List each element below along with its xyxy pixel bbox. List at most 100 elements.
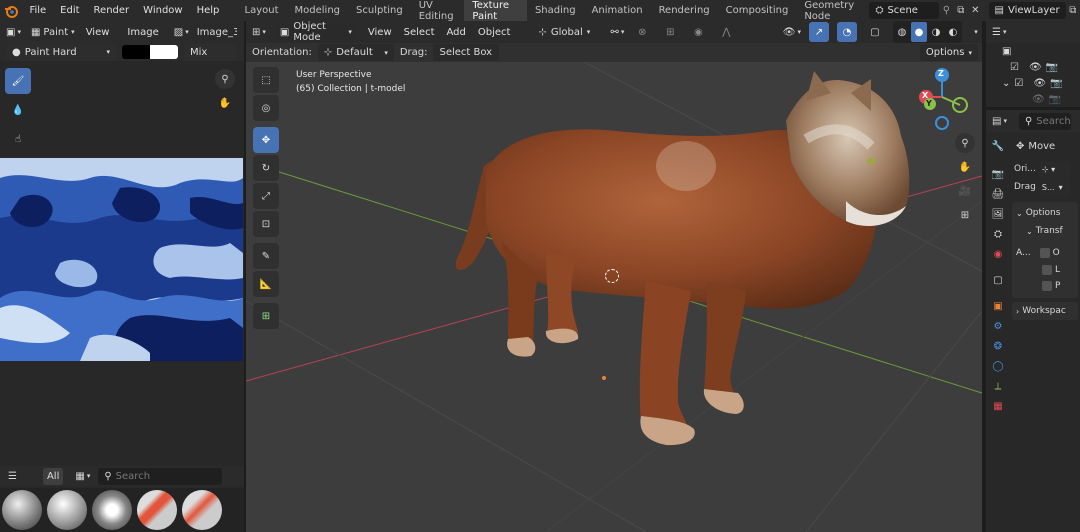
display-mode-button[interactable]: ▦ ▾ xyxy=(75,471,90,482)
tool-draw[interactable]: 🖌 xyxy=(5,68,31,94)
brush-thumbnail[interactable] xyxy=(47,490,87,530)
object-tab-icon[interactable]: ▣ xyxy=(988,296,1008,316)
blend-mode-dropdown[interactable]: Mix xyxy=(184,43,236,61)
world-tab-icon[interactable]: ◉ xyxy=(988,244,1008,264)
brush-thumbnail[interactable] xyxy=(92,490,132,530)
object-origin[interactable] xyxy=(605,269,619,283)
material-shading-icon[interactable]: ◑ xyxy=(928,22,944,42)
properties-type-button[interactable]: ▤ ▾ xyxy=(992,116,1007,127)
solid-shading-icon[interactable]: ● xyxy=(911,22,927,42)
orientation-dropdown[interactable]: ⊹ ▾ xyxy=(1038,160,1071,178)
blender-logo-icon[interactable] xyxy=(4,1,19,21)
drag-dropdown[interactable]: S... ▾ xyxy=(1038,178,1071,196)
object-mode-dropdown[interactable]: ▣ Object Mode ▾ xyxy=(273,21,358,43)
zoom-icon[interactable]: ⚲ xyxy=(215,69,235,89)
properties-search[interactable]: ⚲ Search xyxy=(1018,112,1071,130)
overlay-toggle-icon[interactable]: ◔ xyxy=(837,22,857,42)
menu-window[interactable]: Window xyxy=(136,5,189,16)
viewport-menu-add[interactable]: Add xyxy=(445,27,468,38)
particles-tab-icon[interactable]: ❂ xyxy=(988,336,1008,356)
proportional-edit-icon[interactable]: ◉ xyxy=(688,22,708,42)
list-item[interactable]: 👁 📷 xyxy=(990,91,1078,107)
viewport-menu-object[interactable]: Object xyxy=(476,27,513,38)
viewport-menu-view[interactable]: View xyxy=(366,27,394,38)
tool-tab-icon[interactable]: 🔧 xyxy=(988,136,1008,156)
snap-icon[interactable]: ⊗ xyxy=(632,22,652,42)
visibility-button[interactable]: 👁 ▾ xyxy=(783,27,801,38)
output-tab-icon[interactable]: 🖨 xyxy=(988,184,1008,204)
list-item[interactable]: ▣ xyxy=(990,43,1078,59)
scene-selector[interactable]: ⛭ Scene xyxy=(869,2,940,19)
pan-hand-icon[interactable]: ✋ xyxy=(955,157,975,177)
navigation-gizmo[interactable]: Z X Y xyxy=(914,67,974,131)
texture-canvas[interactable] xyxy=(0,158,243,361)
new-view-layer-icon[interactable]: ⧉ xyxy=(1066,1,1080,21)
xray-icon[interactable]: ▢ xyxy=(865,22,885,42)
falloff-icon[interactable]: ⋀ xyxy=(716,22,736,42)
affect-origins-checkbox[interactable] xyxy=(1039,248,1050,258)
tool-scale[interactable]: ⤢ xyxy=(253,183,279,209)
affect-locations-checkbox[interactable] xyxy=(1042,265,1052,275)
viewport-3d[interactable]: ⊞ ▾ ▣ Object Mode ▾ View Select Add Objec… xyxy=(246,21,982,532)
menu-edit[interactable]: Edit xyxy=(53,5,86,16)
render-tab-icon[interactable]: 📷 xyxy=(988,164,1008,184)
shading-options-icon[interactable]: ▾ xyxy=(970,22,982,42)
modifier-tab-icon[interactable]: ⚙ xyxy=(988,316,1008,336)
brush-thumbnail[interactable] xyxy=(137,490,177,530)
options-dropdown[interactable]: Options ▾ xyxy=(919,44,978,61)
tool-measure[interactable]: 📐 xyxy=(253,271,279,297)
list-item[interactable]: ☑ 👁 📷 xyxy=(990,59,1078,75)
editor-type-button[interactable]: ⊞ ▾ xyxy=(252,27,266,38)
camera-view-icon[interactable]: 🎥 xyxy=(955,181,975,201)
rendered-shading-icon[interactable]: ◐ xyxy=(945,22,961,42)
editor-type-button[interactable]: ▣ ▾ xyxy=(6,27,21,38)
perspective-toggle-icon[interactable]: ⊞ xyxy=(955,205,975,225)
asset-search-field[interactable]: ⚲ Search xyxy=(98,467,223,485)
new-scene-icon[interactable]: ⧉ xyxy=(954,1,968,21)
menu-file[interactable]: File xyxy=(22,5,53,16)
image-menu-view[interactable]: View xyxy=(79,27,117,38)
tab-compositing[interactable]: Compositing xyxy=(718,2,797,19)
brush-selector[interactable]: ● Paint Hard ▾ xyxy=(6,43,116,61)
brush-thumbnail[interactable] xyxy=(2,490,42,530)
menu-render[interactable]: Render xyxy=(87,5,137,16)
pin-icon[interactable]: ⚲ xyxy=(939,1,953,21)
pivot-point-button[interactable]: ⚯ ▾ xyxy=(610,27,624,38)
scene-tab-icon[interactable]: ⛭ xyxy=(988,224,1008,244)
options-panel-header[interactable]: ⌄ Options xyxy=(1012,204,1078,222)
collection-tab-icon[interactable]: ▢ xyxy=(988,270,1008,290)
transform-orientation-dropdown[interactable]: ⊹ Global ▾ xyxy=(532,24,602,41)
transform-subpanel-header[interactable]: ⌄ Transf xyxy=(1012,222,1078,240)
orientation-dropdown[interactable]: ⊹ Default ▾ xyxy=(317,44,394,61)
tool-annotate[interactable]: ✎ xyxy=(253,243,279,269)
hamburger-menu-icon[interactable]: ☰ xyxy=(8,471,17,482)
view-layer-selector[interactable]: ▤ ViewLayer xyxy=(988,2,1066,19)
zoom-icon[interactable]: ⚲ xyxy=(955,133,975,153)
remove-scene-icon[interactable]: ✕ xyxy=(968,1,982,21)
image-menu-image[interactable]: Image xyxy=(120,27,165,38)
outliner-type-button[interactable]: ☰ ▾ xyxy=(992,27,1006,38)
viewport-menu-select[interactable]: Select xyxy=(402,27,437,38)
menu-help[interactable]: Help xyxy=(190,5,227,16)
tool-move[interactable]: ✥ xyxy=(253,127,279,153)
image-name-field[interactable]: Image_3 xyxy=(192,23,237,41)
texture-tab-icon[interactable]: ▦ xyxy=(988,396,1008,416)
tool-cursor[interactable]: ◎ xyxy=(253,95,279,121)
tab-layout[interactable]: Layout xyxy=(237,2,287,19)
secondary-color-swatch[interactable] xyxy=(150,45,178,59)
asset-tab-all[interactable]: All xyxy=(42,467,64,485)
tool-select-box[interactable]: ⬚ xyxy=(253,67,279,93)
tool-transform[interactable]: ⊡ xyxy=(253,211,279,237)
gizmo-toggle-icon[interactable]: ↗ xyxy=(809,22,829,42)
paint-mode-dropdown[interactable]: ▦ Paint ▾ xyxy=(31,27,75,38)
tool-soften[interactable]: 💧 xyxy=(5,97,31,123)
physics-tab-icon[interactable]: ◯ xyxy=(988,356,1008,376)
tool-smear[interactable]: ☝ xyxy=(5,126,31,152)
snap-settings-icon[interactable]: ⊞ xyxy=(660,22,680,42)
drag-dropdown[interactable]: Select Box xyxy=(433,44,500,61)
view-layer-tab-icon[interactable]: 🖼 xyxy=(988,204,1008,224)
tool-add-cube[interactable]: ⊞ xyxy=(253,303,279,329)
tab-sculpting[interactable]: Sculpting xyxy=(348,2,411,19)
constraints-tab-icon[interactable]: ⟂ xyxy=(988,376,1008,396)
tab-rendering[interactable]: Rendering xyxy=(651,2,718,19)
